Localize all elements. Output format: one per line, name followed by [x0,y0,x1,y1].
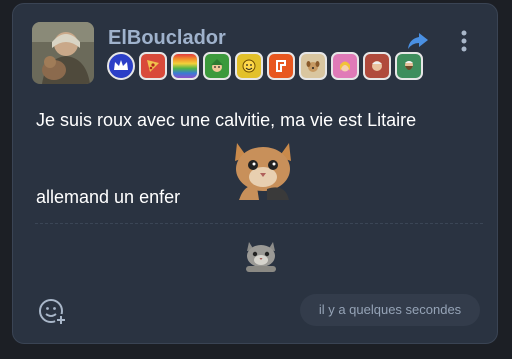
divider [35,223,483,224]
add-reaction-icon[interactable] [38,297,68,327]
kebab-menu-icon[interactable] [459,28,469,54]
logo-badge-icon[interactable] [267,52,295,80]
post-timestamp: il y a quelques secondes [300,294,480,326]
crown-badge-icon[interactable] [107,52,135,80]
princess-badge-icon[interactable] [331,52,359,80]
rainbow-badge-icon[interactable] [171,52,199,80]
post-text-line-2: allemand un enfer [36,187,181,207]
cat-sticker-large [227,137,299,200]
cat-sticker-small[interactable] [243,238,279,272]
badge-list [107,52,423,82]
bearded-man-badge-icon[interactable] [395,52,423,80]
man-badge-icon[interactable] [363,52,391,80]
share-arrow-icon[interactable] [405,28,431,54]
dog-badge-icon[interactable] [299,52,327,80]
elf-badge-icon[interactable] [203,52,231,80]
smiley-badge-icon[interactable] [235,52,263,80]
avatar[interactable] [32,22,94,84]
author-name[interactable]: ElBouclador [108,27,226,50]
pizza-badge-icon[interactable] [139,52,167,80]
post-card: ElBouclador Je suis roux avec une calvit… [12,3,498,344]
post-text-line-1: Je suis roux avec une calvitie, ma vie e… [36,110,417,130]
